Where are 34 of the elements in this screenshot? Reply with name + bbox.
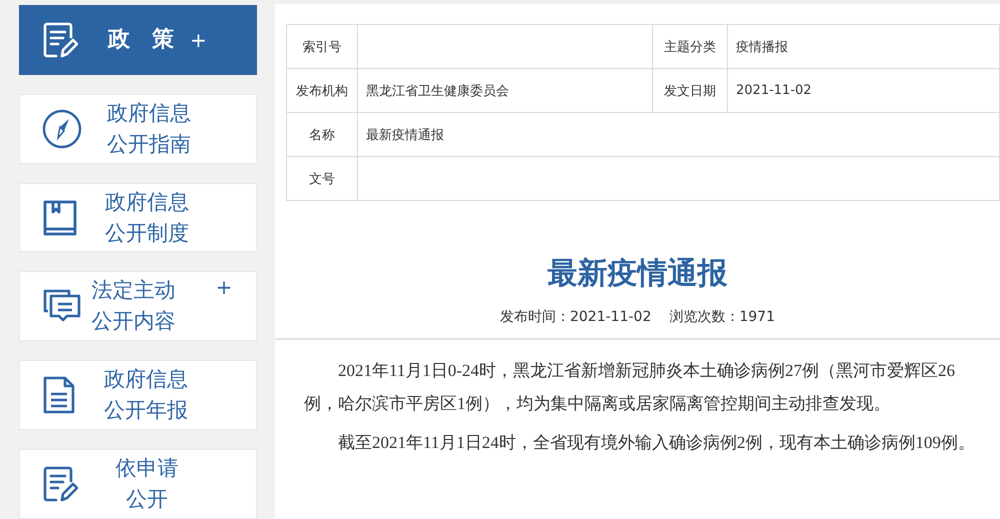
field-value: 黑龙江省卫生健康委员会 (358, 68, 652, 112)
paragraph: 截至2021年11月1日24时，全省现有境外输入确诊病例2例，现有本土确诊病例109例。 (337, 432, 976, 454)
item-label: 政府信息 公开指南 (107, 100, 191, 158)
note-pencil-icon (42, 20, 78, 59)
field-label: 发文日期 (652, 68, 728, 112)
document-icon (42, 375, 76, 416)
publish-time: 发布时间：2021-11-02 (500, 308, 652, 326)
item-label: 政府信息 公开年报 (104, 366, 188, 424)
article-title: 最新疫情通报 (546, 255, 728, 293)
book-icon (42, 198, 78, 237)
expand-icon[interactable]: + (190, 28, 207, 52)
paragraph: 2021年11月1日0-24时，黑龙江省新增新冠肺炎本土确诊病例27例（黑河市爱辉区26例，哈尔滨市平房区1例），均为集中隔离或居家隔离管控期间主动排查发现。 (304, 360, 956, 415)
sidebar-item[interactable]: 政府信息 公开指南 (19, 94, 257, 164)
field-value: 疫情播报 (728, 24, 1000, 68)
sidebar-item[interactable]: 政 策 + (19, 5, 257, 75)
sidebar-item[interactable]: 政府信息 公开年报 (19, 360, 257, 430)
field-label: 发布机构 (286, 68, 358, 112)
item-label: 政府信息 公开制度 (105, 188, 189, 247)
compass-icon (42, 108, 82, 149)
expand-icon[interactable]: + (216, 275, 232, 338)
sidebar-item[interactable]: 依申请 公开 (19, 449, 257, 519)
view-count: 浏览次数：1971 (669, 308, 775, 326)
field-label: 名称 (286, 112, 358, 156)
field-value: 最新疫情通报 (358, 112, 1000, 156)
item-label: 法定主动 公开内容 (92, 277, 176, 336)
sidebar-item[interactable]: 政府信息 公开制度 (19, 182, 257, 252)
field-label: 文号 (286, 156, 358, 200)
field-value: 2021-11-02 (728, 68, 1000, 112)
field-label: 索引号 (286, 24, 358, 68)
item-label: 政 策 (108, 26, 174, 54)
note-pencil-icon (42, 465, 78, 504)
item-label: 依申请 公开 (116, 455, 178, 514)
sidebar-item[interactable]: 法定主动 公开内容 + (19, 271, 257, 342)
field-label: 主题分类 (652, 24, 728, 68)
